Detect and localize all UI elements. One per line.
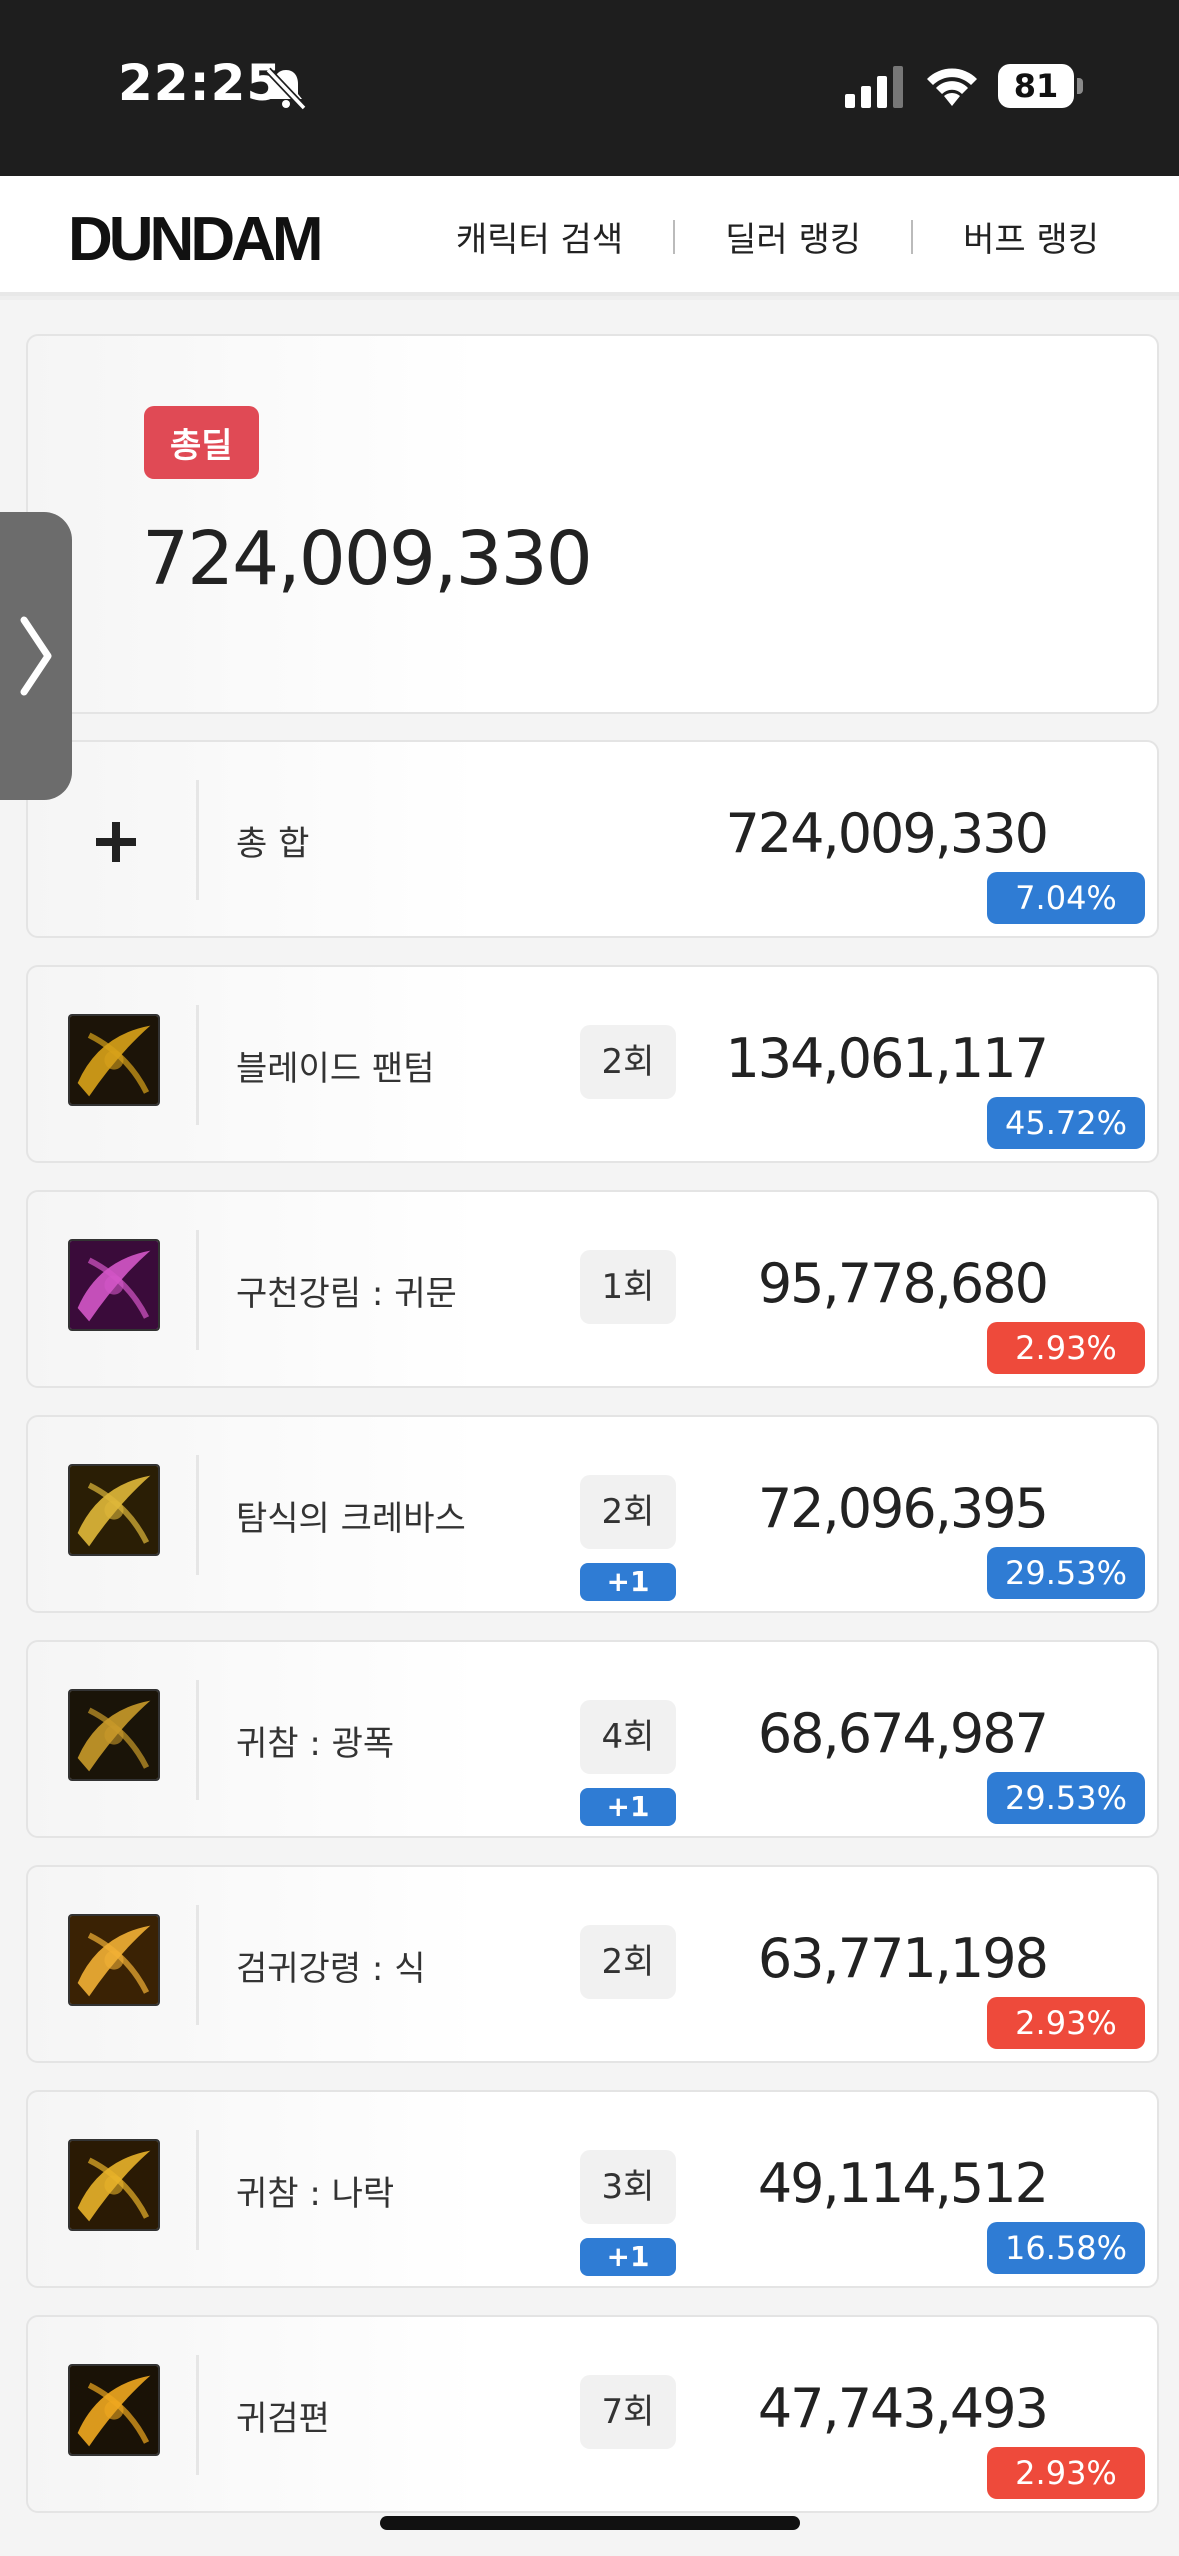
skill-row[interactable]: 귀참 : 광폭 4회 +1 68,674,987 29.53% [26,1640,1159,1838]
skill-damage-value: 63,771,198 [757,1927,1049,1990]
skill-percent-badge: 29.53% [987,1547,1145,1599]
hit-count: 4회 [580,1700,676,1774]
home-indicator[interactable] [380,2516,800,2530]
summary-value: 724,009,330 [725,802,1049,865]
status-bar: 22:25 81 [0,0,1179,176]
row-divider [196,1230,199,1350]
nav-buffer-ranking[interactable]: 버프 랭킹 [963,212,1099,261]
gwigeompyeon-icon [68,2364,160,2456]
hit-count: 1회 [580,1250,676,1324]
row-divider [196,1905,199,2025]
skill-name: 검귀강령 : 식 [236,1949,426,1989]
skill-percent-badge: 2.93% [987,2447,1145,2499]
row-divider [196,1005,199,1125]
bonus-count-badge: +1 [580,2238,676,2276]
hit-count: 2회 [580,1475,676,1549]
site-logo[interactable]: DUNDAM [68,204,324,275]
cellular-signal-icon [845,66,903,108]
skill-row[interactable]: 블레이드 팬텀 2회 134,061,117 45.72% [26,965,1159,1163]
skill-name: 블레이드 팬텀 [236,1049,435,1089]
skill-name: 구천강림 : 귀문 [236,1274,457,1314]
geomgwi-gangryeong-icon [68,1914,160,2006]
skill-name: 귀검편 [236,2399,330,2439]
skill-percent-badge: 45.72% [987,1097,1145,1149]
hit-count: 2회 [580,1025,676,1099]
chevron-right-icon [20,616,52,696]
row-divider [196,1680,199,1800]
skill-name: 귀참 : 광폭 [236,1724,395,1764]
skill-percent-badge: 16.58% [987,2222,1145,2274]
skill-percent-badge: 29.53% [987,1772,1145,1824]
blade-phantom-icon [68,1014,160,1106]
skill-name: 귀참 : 나락 [236,2174,395,2214]
skill-damage-value: 72,096,395 [757,1477,1049,1540]
summary-row[interactable]: 총 합 724,009,330 7.04% [26,740,1159,938]
skill-damage-value: 49,114,512 [757,2152,1049,2215]
bonus-count-badge: +1 [580,1563,676,1601]
damage-content: 총딜 724,009,330 총 합 724,009,330 7.04% 블레이… [0,300,1179,2556]
skill-damage-value: 47,743,493 [757,2377,1049,2440]
summary-label: 총 합 [236,824,310,864]
nav-divider [911,219,914,254]
skill-damage-value: 68,674,987 [757,1702,1049,1765]
row-divider [196,780,199,900]
skill-row[interactable]: 귀검편 7회 47,743,493 2.93% [26,2315,1159,2513]
row-divider [196,2130,199,2250]
gwicham-narak-icon [68,2139,160,2231]
skill-damage-value: 95,778,680 [757,1252,1049,1315]
row-divider [196,2355,199,2475]
skill-row[interactable]: 검귀강령 : 식 2회 63,771,198 2.93% [26,1865,1159,2063]
hit-count: 3회 [580,2150,676,2224]
nav-divider [673,219,676,254]
battery-level: 81 [998,64,1074,108]
status-time: 22:25 [118,54,283,112]
nav-dealer-ranking[interactable]: 딜러 랭킹 [725,212,861,261]
battery-tip [1077,78,1083,94]
side-drawer-handle[interactable] [0,512,72,800]
row-divider [196,1455,199,1575]
app-header: DUNDAM 캐릭터 검색 딜러 랭킹 버프 랭킹 [0,176,1179,296]
skill-row[interactable]: 탐식의 크레바스 2회 +1 72,096,395 29.53% [26,1415,1159,1613]
hit-count: 7회 [580,2375,676,2449]
hit-count: 2회 [580,1925,676,1999]
total-damage-value: 724,009,330 [142,516,593,602]
summary-percent: 7.04% [987,872,1145,924]
nav-character-search[interactable]: 캐릭터 검색 [456,212,623,261]
wifi-icon [927,68,977,106]
skill-name: 탐식의 크레바스 [236,1499,466,1539]
gucheon-gangrim-icon [68,1239,160,1331]
total-damage-card: 총딜 724,009,330 [26,334,1159,714]
total-damage-badge: 총딜 [144,406,259,479]
skill-percent-badge: 2.93% [987,1997,1145,2049]
main-nav: 캐릭터 검색 딜러 랭킹 버프 랭킹 [456,212,1099,261]
skill-row[interactable]: 구천강림 : 귀문 1회 95,778,680 2.93% [26,1190,1159,1388]
silent-bell-icon [265,67,307,111]
plus-icon[interactable] [86,812,146,872]
gwicham-gwangpok-icon [68,1689,160,1781]
skill-damage-value: 134,061,117 [725,1027,1049,1090]
bonus-count-badge: +1 [580,1788,676,1826]
skill-percent-badge: 2.93% [987,1322,1145,1374]
greed-crevasse-icon [68,1464,160,1556]
skill-row[interactable]: 귀참 : 나락 3회 +1 49,114,512 16.58% [26,2090,1159,2288]
